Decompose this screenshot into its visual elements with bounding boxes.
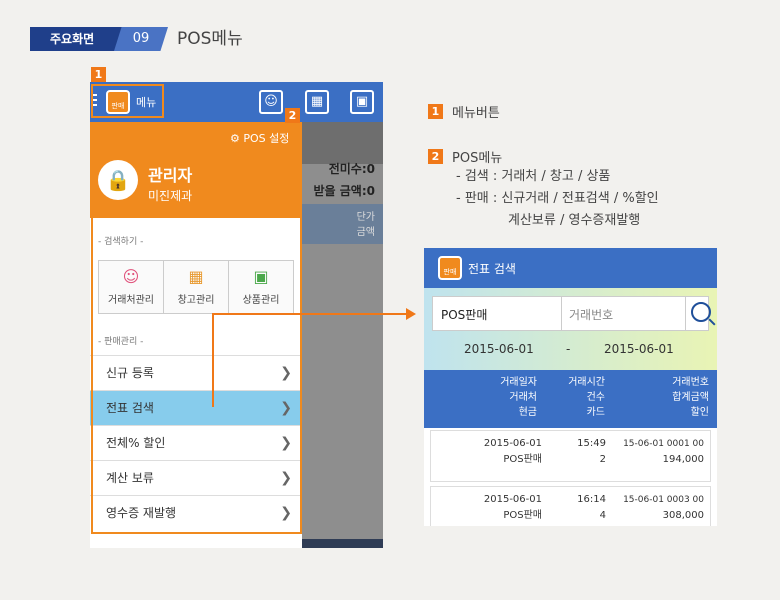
header-cell: 현금 — [518, 407, 537, 418]
header-cell: 거래시간 — [568, 377, 605, 388]
header-cell: 할인 — [690, 407, 709, 418]
background-col-labels: 단가금액 — [301, 210, 375, 240]
header-cell: 거래처 — [509, 392, 537, 403]
background-header — [301, 122, 383, 164]
section-number: 09 — [114, 27, 168, 51]
header-cell: 합계금액 — [672, 392, 709, 403]
search-panel: POS판매 거래번호 2015-06-01 - 2015-06-01 — [424, 288, 717, 370]
row-count: 2 — [599, 454, 606, 465]
customer-icon[interactable]: ☺ — [259, 90, 283, 114]
row-no: 15-06-01 0001 00 — [623, 439, 704, 449]
section-badge: 주요화면 — [30, 27, 130, 51]
row-time: 16:14 — [577, 494, 606, 505]
legend-num-2: 2 — [428, 149, 443, 164]
header-col-1: 거래일자거래처현금 — [500, 375, 537, 420]
warehouse-icon[interactable]: ▦ — [305, 90, 329, 114]
row-col-2: 15:49 2 — [577, 436, 606, 468]
legend-sales-desc-2: 계산보류 / 영수증재발행 — [508, 213, 641, 228]
date-from[interactable]: 2015-06-01 — [464, 342, 534, 356]
app-logo-icon[interactable]: 판매POS — [438, 256, 462, 280]
row-client: POS판매 — [503, 454, 542, 465]
date-to[interactable]: 2015-06-01 — [604, 342, 674, 356]
row-total: 194,000 — [662, 454, 704, 465]
unpaid-text: 전미수:0 — [328, 162, 375, 176]
search-bar: POS판매 거래번호 — [432, 296, 711, 331]
date-separator: - — [566, 342, 571, 356]
unit-price-label: 단가 — [356, 212, 375, 223]
receive-text: 받을 금액:0 — [313, 184, 376, 198]
legend-menu-button: 메뉴버튼 — [452, 106, 500, 121]
legend-num-1: 1 — [428, 104, 443, 119]
callout-1: 1 — [91, 67, 106, 82]
pos-menu-highlight — [91, 124, 302, 534]
row-col-1: 2015-06-01 POS판매 — [484, 436, 542, 468]
slip-search-topbar: 판매POS 전표 검색 — [424, 248, 717, 288]
arrow-right-icon — [406, 308, 416, 320]
legend-sales-desc: - 판매 : 신규거래 / 전표검색 / %할인 — [456, 191, 659, 206]
connector-line — [212, 313, 214, 407]
header-cell: 카드 — [586, 407, 605, 418]
row-date: 2015-06-01 — [483, 438, 542, 449]
header-cell: 건수 — [586, 392, 605, 403]
row-no: 15-06-01 0003 00 — [623, 495, 704, 505]
header-col-3: 거래번호합계금액할인 — [672, 375, 709, 420]
connector-line-h — [212, 313, 408, 315]
slip-number-input[interactable]: 거래번호 — [569, 306, 613, 323]
slip-search-screen: 판매POS 전표 검색 POS판매 거래번호 2015-06-01 - 2015… — [424, 248, 717, 526]
divider — [561, 297, 562, 330]
page-title: POS메뉴 — [177, 29, 243, 49]
callout-2: 2 — [285, 108, 300, 123]
row-time: 15:49 — [577, 438, 606, 449]
header-col-2: 거래시간건수카드 — [568, 375, 605, 420]
row-count: 4 — [599, 510, 606, 521]
amount-label: 금액 — [356, 227, 375, 238]
table-row[interactable]: 2015-06-01 POS판매 15:49 2 15-06-01 0001 00 1… — [430, 430, 711, 482]
menu-button-highlight — [91, 84, 164, 118]
sale-type-select[interactable]: POS판매 — [441, 306, 487, 323]
product-icon[interactable]: ▣ — [350, 90, 374, 114]
table-header: 거래일자거래처현금 거래시간건수카드 거래번호합계금액할인 — [424, 370, 717, 428]
table-row[interactable]: 2015-06-01 POS판매 16:14 4 15-06-01 0003 00 3… — [430, 486, 711, 526]
header-cell: 거래일자 — [500, 377, 537, 388]
header-cell: 거래번호 — [672, 377, 709, 388]
legend-pos-menu: POS메뉴 — [452, 151, 503, 166]
row-total: 308,000 — [662, 510, 704, 521]
background-footer — [301, 539, 383, 548]
row-col-1: 2015-06-01 POS판매 — [484, 492, 542, 524]
row-col-3: 15-06-01 0001 00 194,000 — [623, 436, 704, 468]
search-icon[interactable] — [691, 302, 711, 322]
row-client: POS판매 — [503, 510, 542, 521]
slip-search-title: 전표 검색 — [468, 262, 516, 276]
legend-search-desc: - 검색 : 거래처 / 창고 / 상품 — [456, 169, 611, 184]
row-col-3: 15-06-01 0003 00 308,000 — [623, 492, 704, 524]
row-col-2: 16:14 4 — [577, 492, 606, 524]
row-date: 2015-06-01 — [483, 494, 542, 505]
divider — [685, 297, 686, 330]
